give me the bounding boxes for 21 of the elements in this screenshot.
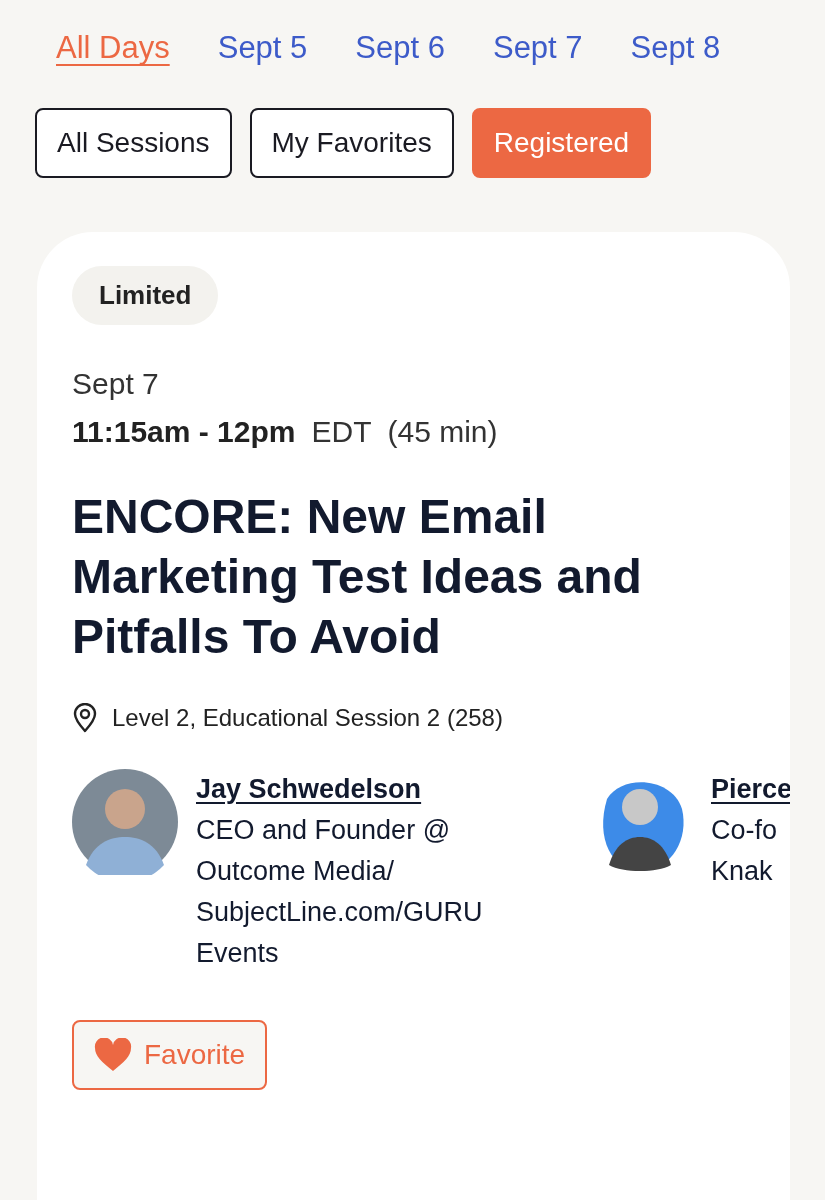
speaker-role: CEO and Founder @ Outcome Media/ SubjectLine.com/GURU Events [196,814,484,970]
day-tab[interactable]: All Days [56,30,170,66]
timezone: EDT [311,415,372,449]
location-text: Level 2, Educational Session 2 (258) [112,704,503,732]
day-tab[interactable]: Sept 8 [630,30,721,66]
session-title: ENCORE: New Email Marketing Test Ideas and Pitfalls To Avoid [72,489,643,665]
heart-icon [94,1038,132,1072]
filter-button[interactable]: All Sessions [35,108,232,178]
duration: (45 min) [387,415,498,449]
speaker-name-link[interactable]: Jay Schwedelson [196,769,546,810]
day-tab[interactable]: Sept 5 [217,30,308,66]
filter-button[interactable]: Registered [471,108,652,178]
day-tab[interactable]: Sept 7 [492,30,583,66]
favorite-button[interactable]: Favorite [72,1020,268,1090]
day-tab[interactable]: Sept 6 [355,30,445,66]
availability-badge: Limited [72,266,219,325]
session-date: Sept 7 [72,367,160,401]
filter-button[interactable]: My Favorites [249,108,454,178]
speaker-role: Co-fo Knak [711,814,779,888]
location-pin-icon [72,703,98,733]
session-time: 11:15am - 12pm [72,415,296,449]
